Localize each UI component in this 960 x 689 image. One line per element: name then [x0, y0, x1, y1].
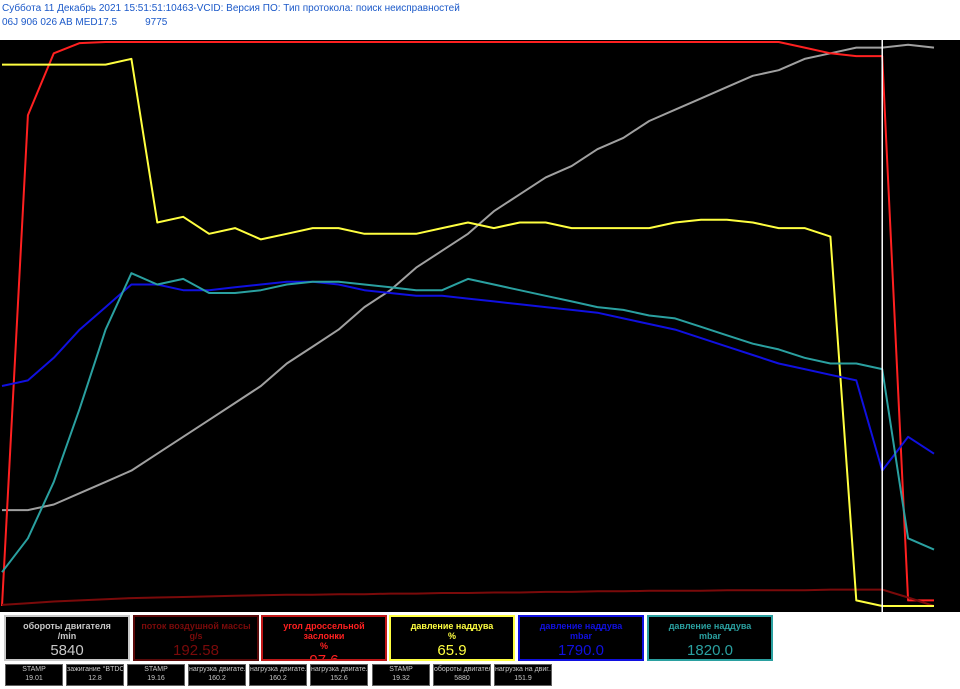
small-gauge[interactable]: нагрузка двигате... 152.6	[310, 664, 368, 686]
gauge-engine-rpm[interactable]: обороты двигателя /min 5840	[4, 615, 130, 661]
series-line-5	[1, 272, 935, 573]
small-gauge[interactable]: STAMP 19.01	[5, 664, 63, 686]
small-gauge-label: STAMP	[22, 666, 46, 673]
small-gauge[interactable]: STAMP 19.32	[372, 664, 430, 686]
small-gauge-label: STAMP	[389, 666, 413, 673]
small-gauge[interactable]: нагрузка двигате... 160.2	[188, 664, 246, 686]
small-gauge[interactable]: STAMP 19.16	[127, 664, 185, 686]
small-gauge[interactable]: зажигание °BTDC 12.8	[66, 664, 124, 686]
gauge-value: 1820.0	[687, 642, 733, 659]
small-gauge-value: 5880	[454, 675, 470, 682]
gauge-boost-actual[interactable]: давление наддува mbar 1820.0	[647, 615, 773, 661]
small-gauge-value: 151.9	[514, 675, 532, 682]
small-gauge[interactable]: нагрузка на двиг... 151.9	[494, 664, 552, 686]
gauge-value: 192.58	[173, 642, 219, 659]
small-gauge-value: 160.2	[208, 675, 226, 682]
small-gauge[interactable]: обороты двигателя 5880	[433, 664, 491, 686]
small-gauge-value: 12.8	[88, 675, 102, 682]
gauge-value: 97.6	[309, 652, 339, 661]
gauge-throttle-angle[interactable]: угол дроссельной заслонки % 97.6	[261, 615, 387, 661]
gauge-unit: g/s	[189, 631, 203, 641]
ecu-info-text: 06J 906 026 AB MED17.5 9775	[2, 17, 167, 28]
session-info-text: Суббота 11 Декабрь 2021 15:51:51:10463-V…	[2, 3, 460, 14]
gauge-value: 1790.0	[558, 642, 604, 659]
small-gauge[interactable]: нагрузка двигате... 160.2	[249, 664, 307, 686]
small-gauge-value: 19.01	[25, 675, 43, 682]
small-gauge-value: 160.2	[269, 675, 287, 682]
small-gauge-value: 152.6	[330, 675, 348, 682]
gauge-unit: mbar	[698, 631, 721, 641]
small-gauge-panel: STAMP 19.01 зажигание °BTDC 12.8 STAMP 1…	[0, 662, 960, 689]
gauge-unit: /min	[57, 631, 77, 641]
series-line-2	[1, 588, 935, 607]
log-chart	[1, 40, 935, 612]
series-line-3	[2, 57, 934, 607]
gauge-air-mass-flow[interactable]: поток воздушной массы g/s 192.58	[133, 615, 259, 661]
gauge-unit: %	[447, 631, 456, 641]
header-bar: Суббота 11 Декабрь 2021 15:51:51:10463-V…	[0, 0, 960, 40]
gauge-label: поток воздушной массы	[141, 621, 251, 631]
gauge-boost-percent[interactable]: давление наддува % 65.9	[389, 615, 515, 661]
small-gauge-value: 19.16	[147, 675, 165, 682]
ecu-code: 9775	[145, 17, 168, 28]
gauge-boost-specified[interactable]: давление наддува mbar 1790.0	[518, 615, 644, 661]
gauge-label: давление наддува	[668, 621, 752, 631]
gauge-value: 65.9	[437, 642, 467, 659]
ecu-part-number: 06J 906 026 AB MED17.5	[2, 17, 118, 28]
gauge-unit: mbar	[569, 631, 592, 641]
gauge-label: давление наддува	[410, 621, 494, 631]
small-gauge-label: нагрузка двигате...	[250, 666, 306, 673]
small-gauge-label: STAMP	[144, 666, 168, 673]
gauge-label: давление наддува	[539, 621, 623, 631]
small-gauge-label: обороты двигателя	[434, 666, 490, 673]
small-gauge-label: нагрузка на двиг...	[495, 666, 551, 673]
small-gauge-value: 19.32	[392, 675, 410, 682]
gauge-label: угол дроссельной заслонки	[283, 621, 365, 641]
gauge-unit: %	[319, 641, 328, 651]
small-gauge-label: зажигание °BTDC	[67, 666, 123, 673]
small-gauge-label: нагрузка двигате...	[311, 666, 367, 673]
gauge-label: обороты двигателя	[23, 621, 111, 631]
series-line-4	[1, 280, 935, 472]
log-plot-area[interactable]	[0, 40, 960, 612]
gauge-panel: обороты двигателя /min 5840 поток воздуш…	[0, 612, 960, 662]
gauge-value: 5840	[50, 642, 84, 659]
small-gauge-label: нагрузка двигате...	[189, 666, 245, 673]
